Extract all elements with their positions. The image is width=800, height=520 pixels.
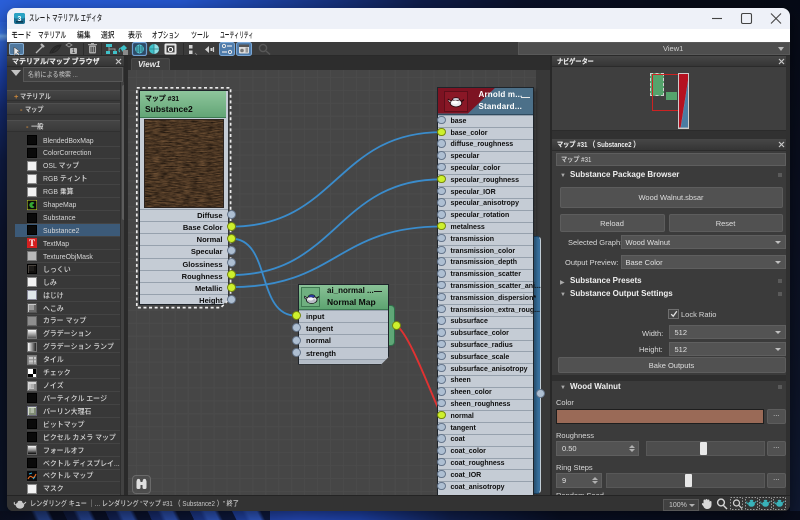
svg-text:T: T bbox=[29, 239, 35, 249]
svg-text:O: O bbox=[168, 45, 174, 54]
